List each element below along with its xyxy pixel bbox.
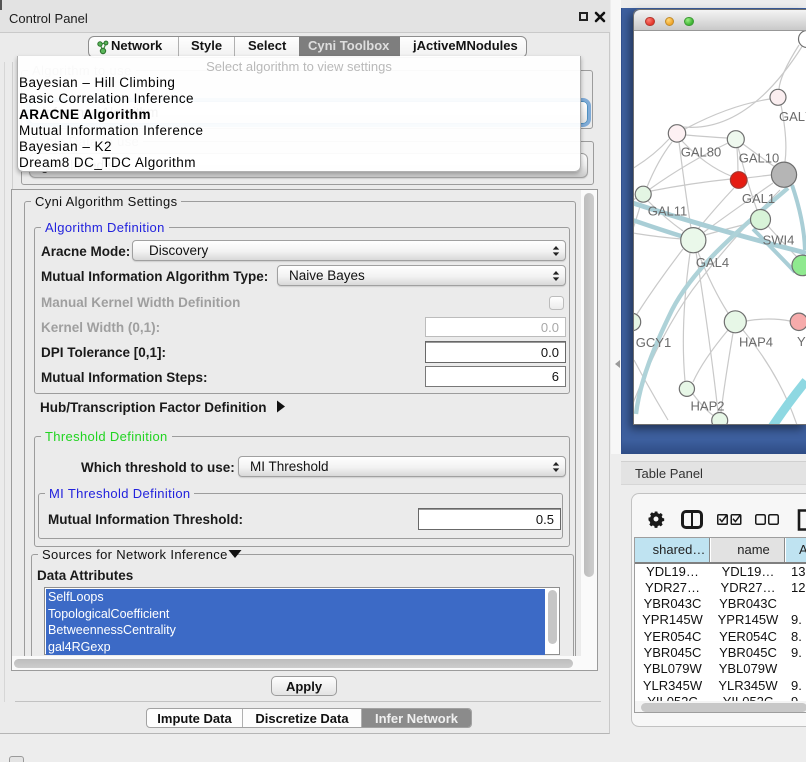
svg-text:YM: YM (797, 334, 806, 349)
svg-text:GAL11: GAL11 (648, 204, 688, 219)
svg-text:GAL1: GAL1 (742, 191, 775, 206)
svg-text:HAP2: HAP2 (691, 399, 725, 414)
svg-text:GAL7: GAL7 (779, 109, 806, 124)
svg-text:SWI4: SWI4 (763, 233, 795, 248)
svg-text:GAL80: GAL80 (681, 145, 721, 160)
svg-text:HAP4: HAP4 (739, 335, 773, 350)
svg-text:GCY1: GCY1 (636, 335, 671, 350)
svg-text:GAL10: GAL10 (739, 151, 779, 166)
svg-text:GAL4: GAL4 (696, 255, 729, 270)
